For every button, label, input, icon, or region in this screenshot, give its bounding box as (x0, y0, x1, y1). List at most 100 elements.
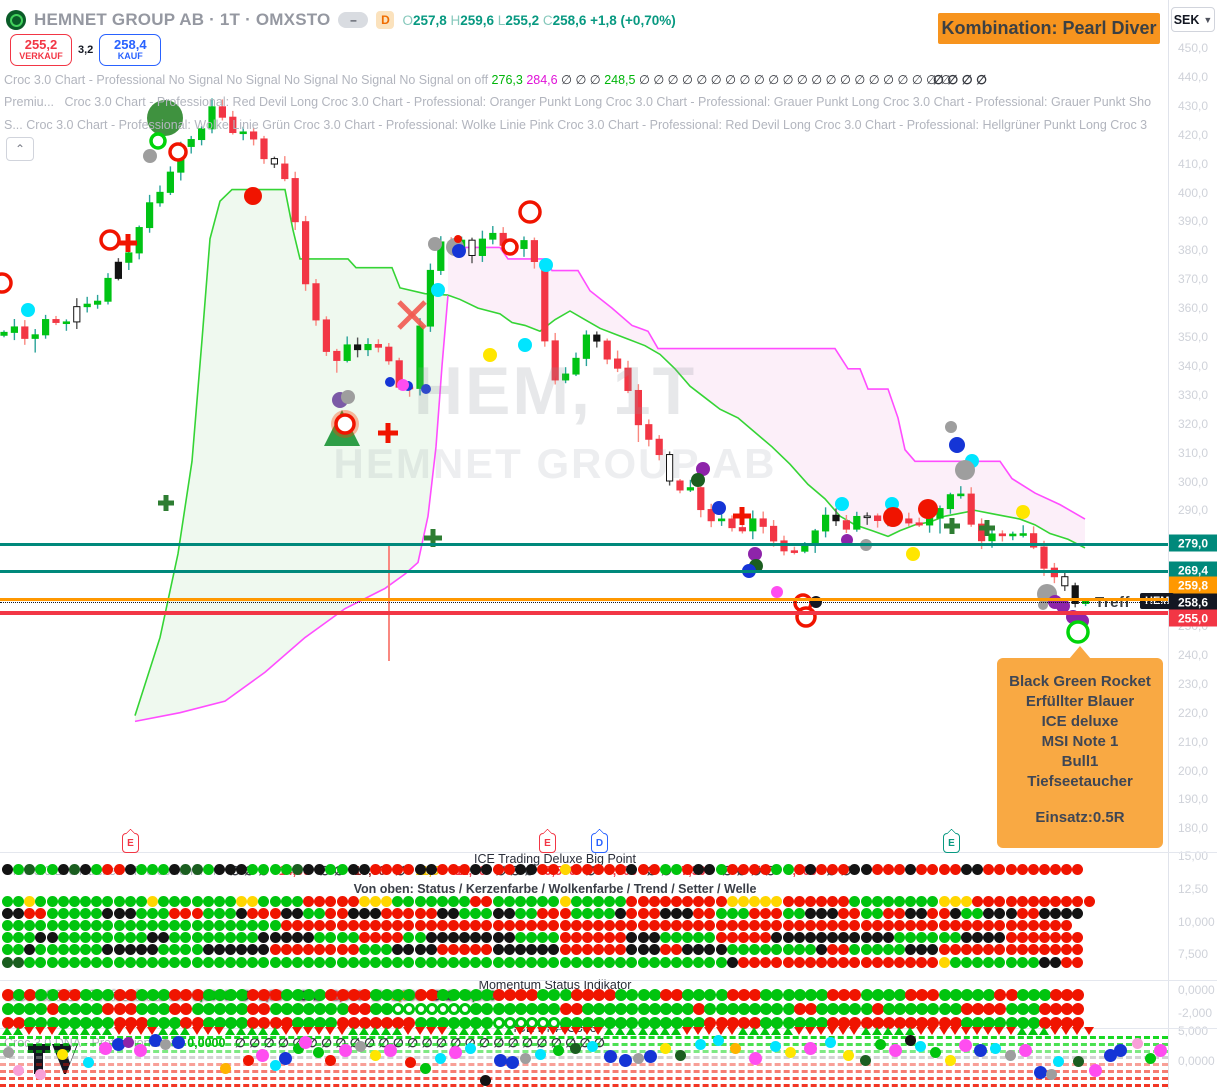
triangle-up-icon (158, 1027, 168, 1035)
indicator-dot (872, 920, 883, 931)
symbol-title[interactable]: HEMNET GROUP AB · 1T · OMXSTO (34, 10, 330, 30)
price-tag: 255,0 (1169, 610, 1217, 627)
indicator-dot (381, 864, 392, 875)
indicator-dot (136, 932, 147, 943)
indicator-dot (749, 932, 760, 943)
indicator-dot (325, 864, 336, 875)
level-line-269.4[interactable] (0, 570, 1168, 573)
indicator-row-2[interactable]: Premiu... Croc 3.0 Chart - Professional:… (4, 95, 1151, 109)
event-badge-E[interactable]: E (943, 833, 960, 853)
indicator-dot (504, 920, 515, 931)
event-badge-D[interactable]: D (591, 833, 608, 853)
indicator-dot (927, 957, 938, 968)
indicator-dot (80, 957, 91, 968)
indicator-dot (169, 864, 180, 875)
indicator-dot (258, 896, 269, 907)
indicator-dot (91, 896, 102, 907)
dna-dashed-line (0, 1070, 1168, 1073)
indicator-dot (448, 920, 459, 931)
indicator-dot (716, 896, 727, 907)
currency-selector[interactable]: SEK▼ (1171, 7, 1215, 32)
triangle-down-icon (47, 1027, 57, 1035)
indicator-dot (392, 896, 403, 907)
kombination-label-box[interactable]: Kombination: Pearl Diver (938, 13, 1160, 44)
indicator-dot (905, 920, 916, 931)
level-line-259.8[interactable] (0, 598, 1168, 601)
indicator-dot (872, 896, 883, 907)
indicator-dot (827, 908, 838, 919)
indicator-dot (716, 957, 727, 968)
dna-dot-magenta (804, 1042, 817, 1055)
indicator-dot (526, 932, 537, 943)
indicator-dot (426, 864, 437, 875)
indicator-dot (961, 932, 972, 943)
indicator-dot (180, 864, 191, 875)
indicator-dot (615, 920, 626, 931)
indicator-dot (91, 932, 102, 943)
pane-separator[interactable] (0, 852, 1217, 853)
indicator-dot (225, 896, 236, 907)
buy-button[interactable]: 258,4 KAUF (99, 34, 161, 66)
collapse-legend-button[interactable]: ⌃ (6, 137, 34, 161)
axis-tick: 0,0000 (1178, 983, 1215, 997)
indicator-dot (270, 932, 281, 943)
indicator-dot (303, 920, 314, 931)
triangle-down-icon (314, 1027, 324, 1035)
indicator-dot (35, 957, 46, 968)
sell-button[interactable]: 255,2 VERKAUF (10, 34, 72, 66)
indicator-dot (783, 896, 794, 907)
indicator-dot (35, 920, 46, 931)
indicator-dot (872, 1003, 884, 1015)
indicator-dot (950, 920, 961, 931)
event-badge-E[interactable]: E (539, 833, 556, 853)
level-line-279[interactable] (0, 543, 1168, 546)
candle-body (355, 345, 361, 350)
indicator-dot (838, 896, 849, 907)
indicator-dot (403, 908, 414, 919)
level-line-258.6[interactable] (0, 602, 1168, 603)
indicator-dot (192, 864, 203, 875)
indicator-dot (403, 957, 414, 968)
indicator-dot (515, 920, 526, 931)
indicator-dot (69, 896, 80, 907)
indicator-dot (649, 944, 660, 955)
dna-dot-cyan (465, 1043, 476, 1054)
indicator-dot (693, 908, 704, 919)
indicator-dot (80, 908, 91, 919)
indicator-dot (916, 920, 927, 931)
indicator-dot (626, 1003, 638, 1015)
candle-body (833, 515, 839, 521)
triangle-up-icon (69, 1027, 79, 1035)
marker-circle (748, 547, 762, 561)
candle-body (531, 241, 537, 262)
axis-tick: 430,0 (1178, 99, 1208, 113)
indicator-dot (972, 920, 983, 931)
indicator-dot (716, 989, 728, 1001)
indicator-dot (192, 989, 204, 1001)
indicator-dot (158, 932, 169, 943)
pane-separator[interactable] (0, 980, 1217, 981)
indicator-dot (247, 944, 258, 955)
indicator-dot (370, 920, 381, 931)
event-badge-E[interactable]: E (122, 833, 139, 853)
indicator-row-1[interactable]: Croc 3.0 Chart - Professional No Signal … (4, 72, 951, 87)
indicator-dot (493, 944, 504, 955)
indicator-dot (827, 932, 838, 943)
indicator-dot (158, 864, 169, 875)
indicator-dot (303, 864, 314, 875)
indicator-dot (102, 932, 113, 943)
visibility-toggle[interactable]: – (338, 12, 368, 28)
indicator-dot (392, 920, 403, 931)
signal-callout[interactable]: Black Green RocketErfüllter BlauerICE de… (997, 658, 1163, 848)
candle-body (303, 222, 309, 284)
candle-body (271, 159, 277, 164)
indicator-row-3[interactable]: S... Croc 3.0 Chart - Professional: Wolk… (4, 118, 1147, 132)
triangle-up-icon (370, 1027, 380, 1035)
indicator-dot (136, 864, 147, 875)
indicator-dot (615, 908, 626, 919)
indicator-dot (827, 896, 838, 907)
indicator-dot (1050, 957, 1061, 968)
axis-tick: 450,0 (1178, 41, 1208, 55)
level-line-255[interactable] (0, 611, 1168, 615)
interval-badge[interactable]: D (376, 11, 394, 29)
